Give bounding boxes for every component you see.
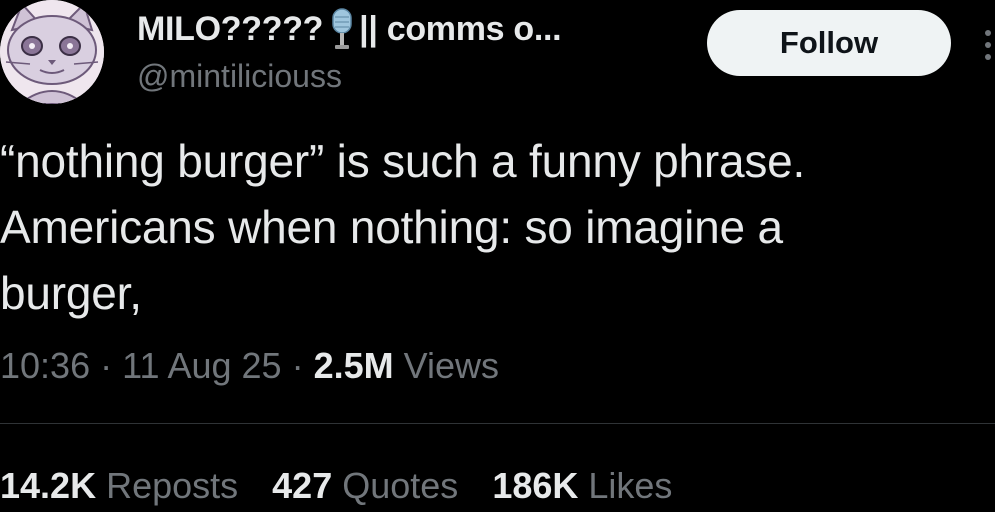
quotes-count: 427 <box>272 465 333 506</box>
tweet-text: “nothing burger” is such a funny phrase.… <box>0 135 806 319</box>
tweet-time[interactable]: 10:36 <box>0 345 90 386</box>
likes-stat[interactable]: 186K Likes <box>492 460 672 512</box>
reposts-label: Reposts <box>106 465 239 506</box>
more-options-icon[interactable] <box>982 30 994 60</box>
likes-count: 186K <box>492 465 579 506</box>
reposts-stat[interactable]: 14.2K Reposts <box>0 460 238 512</box>
engagement-stats: 14.2K Reposts 427 Quotes 186K Likes <box>0 460 706 512</box>
meta-separator: · <box>281 345 314 386</box>
display-name-suffix[interactable]: || comms o... <box>359 10 561 49</box>
user-handle[interactable]: @mintiliciouss <box>137 58 342 95</box>
quotes-stat[interactable]: 427 Quotes <box>272 460 458 512</box>
follow-button[interactable]: Follow <box>707 10 951 76</box>
display-name[interactable]: MILO????? <box>137 10 323 49</box>
cat-drawing-avatar-icon <box>0 0 104 104</box>
quotes-label: Quotes <box>342 465 459 506</box>
avatar[interactable] <box>0 0 104 104</box>
likes-label: Likes <box>588 465 673 506</box>
tweet-date[interactable]: 11 Aug 25 <box>122 345 282 386</box>
display-name-row[interactable]: MILO????? || comms o... <box>137 4 562 54</box>
meta-separator: · <box>90 345 123 386</box>
reposts-count: 14.2K <box>0 465 97 506</box>
tweet-meta: 10:36 · 11 Aug 25 · 2.5M Views <box>0 340 499 392</box>
views-label[interactable]: Views <box>394 345 499 386</box>
divider <box>0 423 995 424</box>
views-count[interactable]: 2.5M <box>314 345 394 386</box>
microphone-icon <box>329 7 355 51</box>
